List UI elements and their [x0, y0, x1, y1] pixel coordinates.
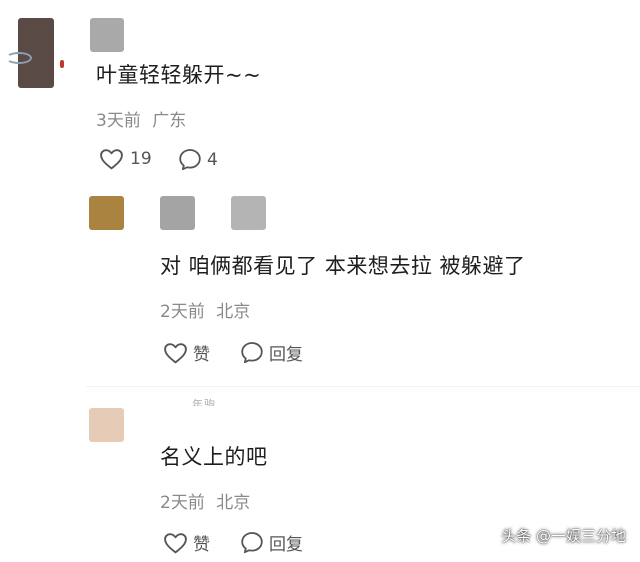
comment-time: 3天前 [96, 111, 141, 131]
like-label: 赞 [193, 345, 210, 365]
reply-time: 2天前 [160, 493, 205, 513]
watermark: 头条 @一娱三分地 [501, 527, 626, 545]
reply-button[interactable]: 回复 [240, 530, 303, 555]
reply-meta: 2天前 北京 [160, 488, 250, 513]
reply-label: 回复 [269, 345, 303, 365]
comment-icon [240, 341, 264, 364]
avatar[interactable] [89, 196, 124, 230]
comment-location: 广东 [152, 111, 187, 131]
reply-time: 2天前 [160, 302, 205, 322]
username-placeholder[interactable] [90, 18, 124, 52]
username-placeholder[interactable] [160, 196, 195, 230]
reply-count: 4 [207, 149, 218, 170]
reply-meta: 2天前 北京 [160, 297, 250, 322]
divider [86, 386, 640, 387]
avatar-hat-brim [6, 52, 32, 64]
reply-text: 名义上的吧 [160, 445, 268, 469]
like-button[interactable]: 赞 [163, 340, 210, 365]
like-button[interactable]: 19 [99, 148, 152, 170]
truncated-username: 年驹 [192, 398, 216, 406]
reply-location: 北京 [216, 493, 251, 513]
heart-icon [99, 148, 124, 170]
reply-location: 北京 [216, 302, 251, 322]
reply-text: 对 咱俩都看见了 本来想去拉 被躲避了 [160, 254, 526, 278]
avatar[interactable] [89, 408, 124, 442]
like-button[interactable]: 赞 [163, 530, 210, 555]
username-placeholder[interactable] [231, 196, 266, 230]
comment-icon [178, 148, 202, 171]
comment-text: 叶童轻轻躲开~~ [96, 63, 262, 87]
heart-icon [163, 342, 188, 364]
like-label: 赞 [193, 535, 210, 555]
reply-label: 回复 [269, 535, 303, 555]
heart-icon [163, 532, 188, 554]
like-count: 19 [130, 149, 152, 169]
comment-icon [240, 531, 264, 554]
reply-button[interactable]: 回复 [240, 340, 303, 365]
avatar-mark [60, 60, 64, 68]
reply-button[interactable]: 4 [178, 148, 218, 171]
comment-meta: 3天前 广东 [96, 106, 186, 131]
